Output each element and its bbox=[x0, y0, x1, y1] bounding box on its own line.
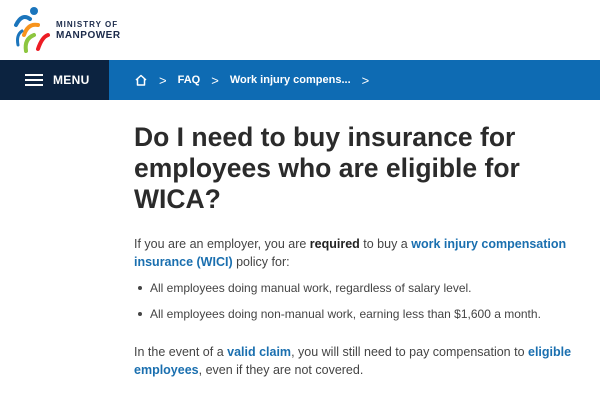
mom-logo-icon bbox=[14, 7, 50, 53]
home-icon[interactable] bbox=[134, 73, 148, 87]
menu-button[interactable]: MENU bbox=[0, 60, 109, 100]
navigation-bar: MENU > FAQ > Work injury compens... > bbox=[0, 60, 600, 100]
list-item: All employees doing manual work, regardl… bbox=[134, 280, 594, 306]
claim-text-1: In the event of a bbox=[134, 345, 228, 359]
claim-text-2: , you will still need to pay compensatio… bbox=[291, 345, 528, 359]
breadcrumb: > FAQ > Work injury compens... > bbox=[134, 60, 380, 100]
logo-text: MINISTRY OF MANPOWER bbox=[56, 19, 121, 41]
valid-claim-link[interactable]: valid claim bbox=[227, 345, 291, 359]
required-text: required bbox=[309, 237, 360, 251]
logo-line-2: MANPOWER bbox=[56, 30, 121, 41]
intro-paragraph: If you are an employer, you are required… bbox=[134, 235, 589, 271]
list-item: All employees doing non-manual work, ear… bbox=[134, 306, 594, 332]
eligibility-list: All employees doing manual work, regardl… bbox=[134, 280, 594, 332]
breadcrumb-separator: > bbox=[211, 72, 219, 88]
claim-text-3: , even if they are not covered. bbox=[198, 363, 364, 377]
breadcrumb-work-injury[interactable]: Work injury compens... bbox=[230, 74, 351, 86]
breadcrumb-separator: > bbox=[159, 72, 167, 88]
menu-label: MENU bbox=[53, 73, 90, 87]
intro-text-2: to buy a bbox=[359, 237, 412, 251]
page-title: Do I need to buy insurance for employees… bbox=[134, 122, 520, 214]
hamburger-icon bbox=[25, 74, 43, 86]
site-header: MINISTRY OF MANPOWER bbox=[0, 0, 600, 60]
claim-paragraph: In the event of a valid claim, you will … bbox=[134, 343, 589, 379]
breadcrumb-separator: > bbox=[361, 72, 370, 88]
breadcrumb-faq[interactable]: FAQ bbox=[178, 74, 201, 86]
intro-text-3: policy for: bbox=[232, 255, 290, 269]
mom-logo[interactable]: MINISTRY OF MANPOWER bbox=[12, 5, 132, 57]
intro-text-1: If you are an employer, you are bbox=[134, 237, 310, 251]
logo-line-1: MINISTRY OF bbox=[56, 20, 119, 29]
